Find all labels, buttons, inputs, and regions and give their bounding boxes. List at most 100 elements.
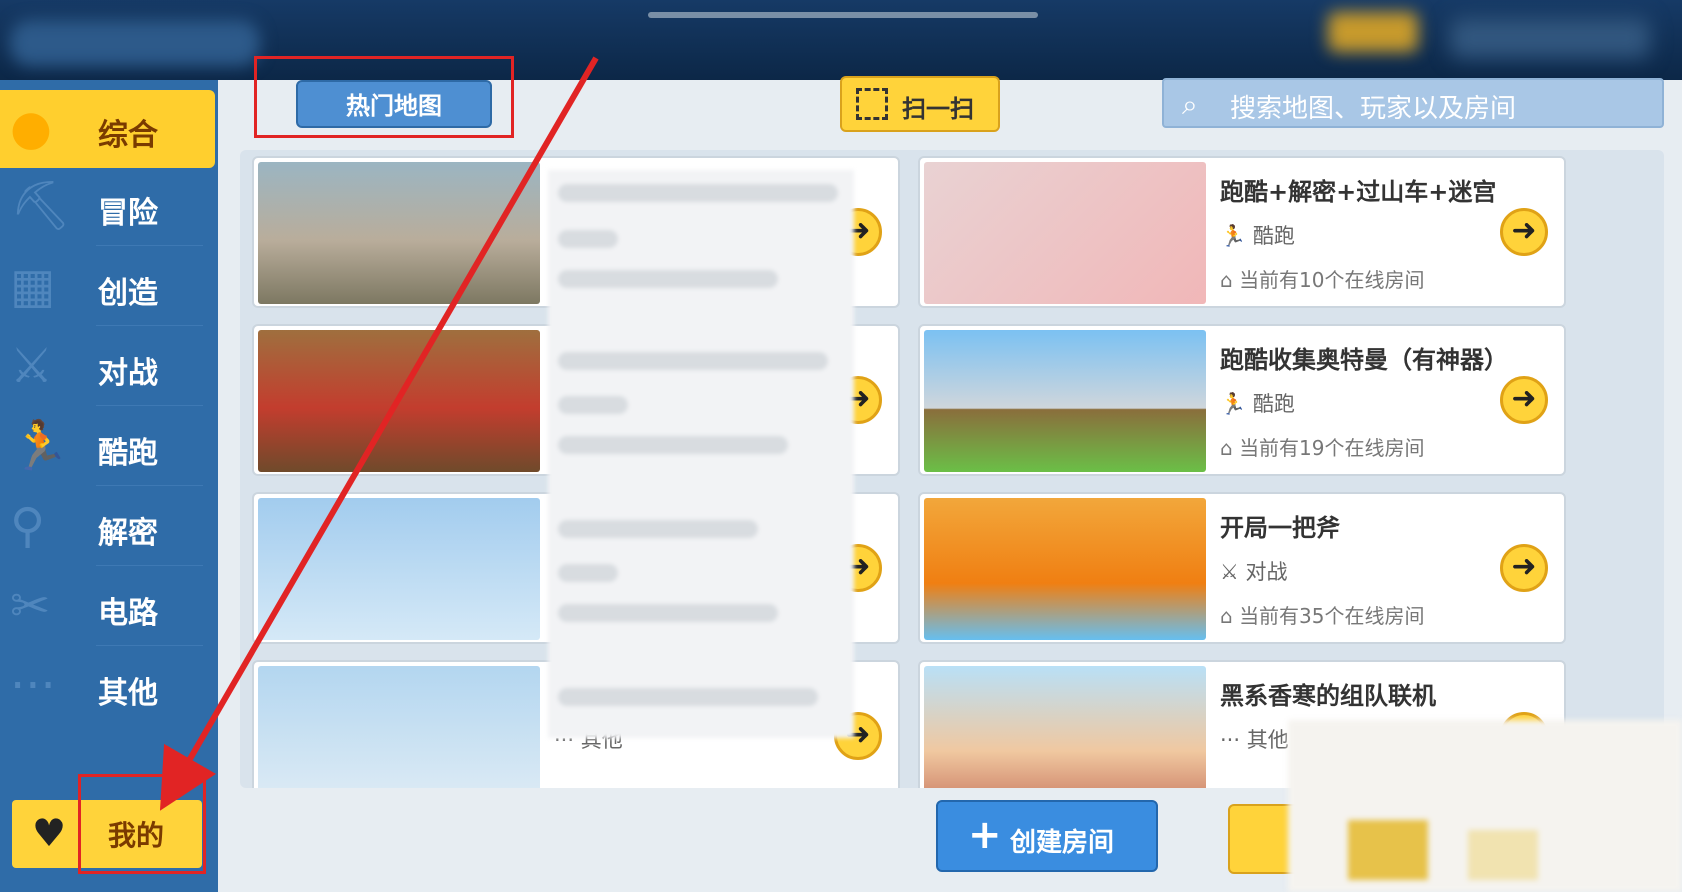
key-icon: ⚲ [10, 498, 46, 554]
house-icon: ⌂ [1220, 436, 1233, 460]
sidebar-item-label: 电路 [98, 596, 158, 631]
house-icon: ⌂ [1220, 604, 1233, 628]
crossed-swords-icon: ⚔ [10, 338, 54, 394]
sidebar-item-puzzle[interactable]: ⚲ 解密 [0, 488, 215, 566]
blurred-text [558, 230, 618, 248]
tools-icon: ✂ [10, 578, 51, 634]
arrow-right-icon[interactable]: ➜ [1500, 376, 1548, 424]
map-thumbnail [258, 498, 540, 640]
blurred-text [558, 184, 838, 202]
dots-icon: ··· [1220, 728, 1241, 752]
room-count: ⌂ 当前有35个在线房间 [1220, 600, 1425, 629]
map-card[interactable]: 开局一把斧 ⚔ 对战 ⌂ 当前有35个在线房间 ➜ [918, 492, 1566, 644]
sidebar-item-circuit[interactable]: ✂ 电路 [0, 568, 215, 646]
blurred-logo [10, 20, 260, 66]
blurred-text [558, 436, 788, 454]
divider [96, 565, 203, 566]
map-title: 跑酷+解密+过山车+迷宫 [1220, 178, 1497, 206]
sidebar-item-label: 其他 [98, 676, 158, 711]
map-list[interactable]: ➜ ➜ ➜ ··· 其他 ➜ 跑酷+解密+过山车+迷宫 🏃 酷跑 ⌂ 当前有10… [240, 150, 1664, 788]
divider [96, 405, 203, 406]
room-count: ⌂ 当前有19个在线房间 [1220, 432, 1425, 461]
plus-icon: + [968, 812, 1002, 858]
map-title: 开局一把斧 [1220, 514, 1340, 542]
divider [96, 645, 203, 646]
search-placeholder: 搜索地图、玩家以及房间 [1230, 94, 1517, 124]
sidebar-item-other[interactable]: ··· 其他 [0, 648, 215, 726]
map-thumbnail [258, 162, 540, 304]
flame-icon: ● [10, 100, 52, 156]
room-count-text: 当前有19个在线房间 [1239, 436, 1425, 460]
map-title: 黑系香寒的组队联机 [1220, 682, 1436, 710]
room-count-text: 当前有10个在线房间 [1239, 268, 1425, 292]
pixel-block [1468, 830, 1538, 880]
map-thumbnail [924, 162, 1206, 304]
dots-icon: ··· [10, 658, 56, 714]
map-card[interactable]: 跑酷收集奥特曼（有神器） 🏃 酷跑 ⌂ 当前有19个在线房间 ➜ [918, 324, 1566, 476]
map-tag: 🏃 酷跑 [1220, 388, 1295, 418]
blurred-text [558, 604, 778, 622]
arrow-right-icon[interactable]: ➜ [1500, 544, 1548, 592]
runner-icon: 🏃 [10, 418, 70, 474]
arrow-right-icon[interactable]: ➜ [1500, 208, 1548, 256]
room-count: ⌂ 当前有10个在线房间 [1220, 264, 1425, 293]
crossed-swords-icon: ⚔ [1220, 560, 1239, 584]
scan-icon [856, 88, 888, 120]
category-sidebar: ● 综合 ⛏ 冒险 ▦ 创造 ⚔ 对战 🏃 酷跑 ⚲ 解密 ✂ 电路 ··· 其… [0, 80, 218, 892]
divider [96, 485, 203, 486]
blurred-text [558, 564, 618, 582]
drag-handle[interactable] [648, 12, 1038, 18]
map-thumbnail [924, 330, 1206, 472]
search-icon: ⌕ [1182, 88, 1198, 121]
building-icon: ▦ [10, 258, 56, 314]
map-card[interactable]: 跑酷+解密+过山车+迷宫 🏃 酷跑 ⌂ 当前有10个在线房间 ➜ [918, 156, 1566, 308]
map-thumbnail [258, 666, 540, 788]
map-thumbnail [924, 498, 1206, 640]
runner-icon: 🏃 [1220, 392, 1247, 416]
map-thumbnail [924, 666, 1206, 788]
blurred-text [558, 520, 758, 538]
sidebar-item-battle[interactable]: ⚔ 对战 [0, 328, 215, 406]
sidebar-item-label: 酷跑 [98, 436, 158, 471]
map-tag: 🏃 酷跑 [1220, 220, 1295, 250]
divider [96, 325, 203, 326]
search-input[interactable]: ⌕ 搜索地图、玩家以及房间 [1162, 78, 1664, 128]
sidebar-item-label: 创造 [98, 276, 158, 311]
map-tag-text: 对战 [1245, 560, 1288, 584]
pixel-block [1348, 820, 1428, 880]
sidebar-item-general[interactable]: ● 综合 [0, 90, 215, 168]
blurred-text [558, 396, 628, 414]
map-tag-text: 其他 [1246, 728, 1289, 752]
sidebar-item-label: 解密 [98, 516, 158, 551]
house-icon: ⌂ [1220, 268, 1233, 292]
sidebar-item-adventure[interactable]: ⛏ 冒险 [0, 168, 215, 246]
map-tag: ⚔ 对战 [1220, 556, 1288, 586]
map-tag: ··· 其他 [1220, 724, 1289, 754]
pixelated-overlay [1288, 720, 1682, 892]
scan-button[interactable]: 扫一扫 [840, 76, 1000, 132]
divider [96, 245, 203, 246]
room-count-text: 当前有35个在线房间 [1239, 604, 1425, 628]
annotation-box-hot-maps [254, 56, 514, 138]
annotation-box-mine [78, 774, 206, 874]
sidebar-item-label: 综合 [98, 118, 158, 153]
blurred-text [558, 688, 818, 706]
blur-overlay [548, 170, 854, 738]
blurred-button [1328, 12, 1418, 52]
scan-label: 扫一扫 [902, 95, 974, 123]
sidebar-item-create[interactable]: ▦ 创造 [0, 248, 215, 326]
pickaxe-icon: ⛏ [10, 178, 71, 234]
heart-icon: ♥ [32, 811, 67, 855]
map-tag-text: 酷跑 [1252, 392, 1295, 416]
create-room-label: 创建房间 [1010, 828, 1115, 858]
top-status-bar [0, 0, 1682, 80]
blurred-text [558, 270, 778, 288]
map-title: 跑酷收集奥特曼（有神器） [1220, 346, 1508, 374]
map-thumbnail [258, 330, 540, 472]
create-room-button[interactable]: + 创建房间 [936, 800, 1158, 872]
runner-icon: 🏃 [1220, 224, 1247, 248]
map-tag-text: 酷跑 [1252, 224, 1295, 248]
blurred-text [558, 352, 828, 370]
blurred-info [1450, 18, 1650, 58]
sidebar-item-parkour[interactable]: 🏃 酷跑 [0, 408, 215, 486]
